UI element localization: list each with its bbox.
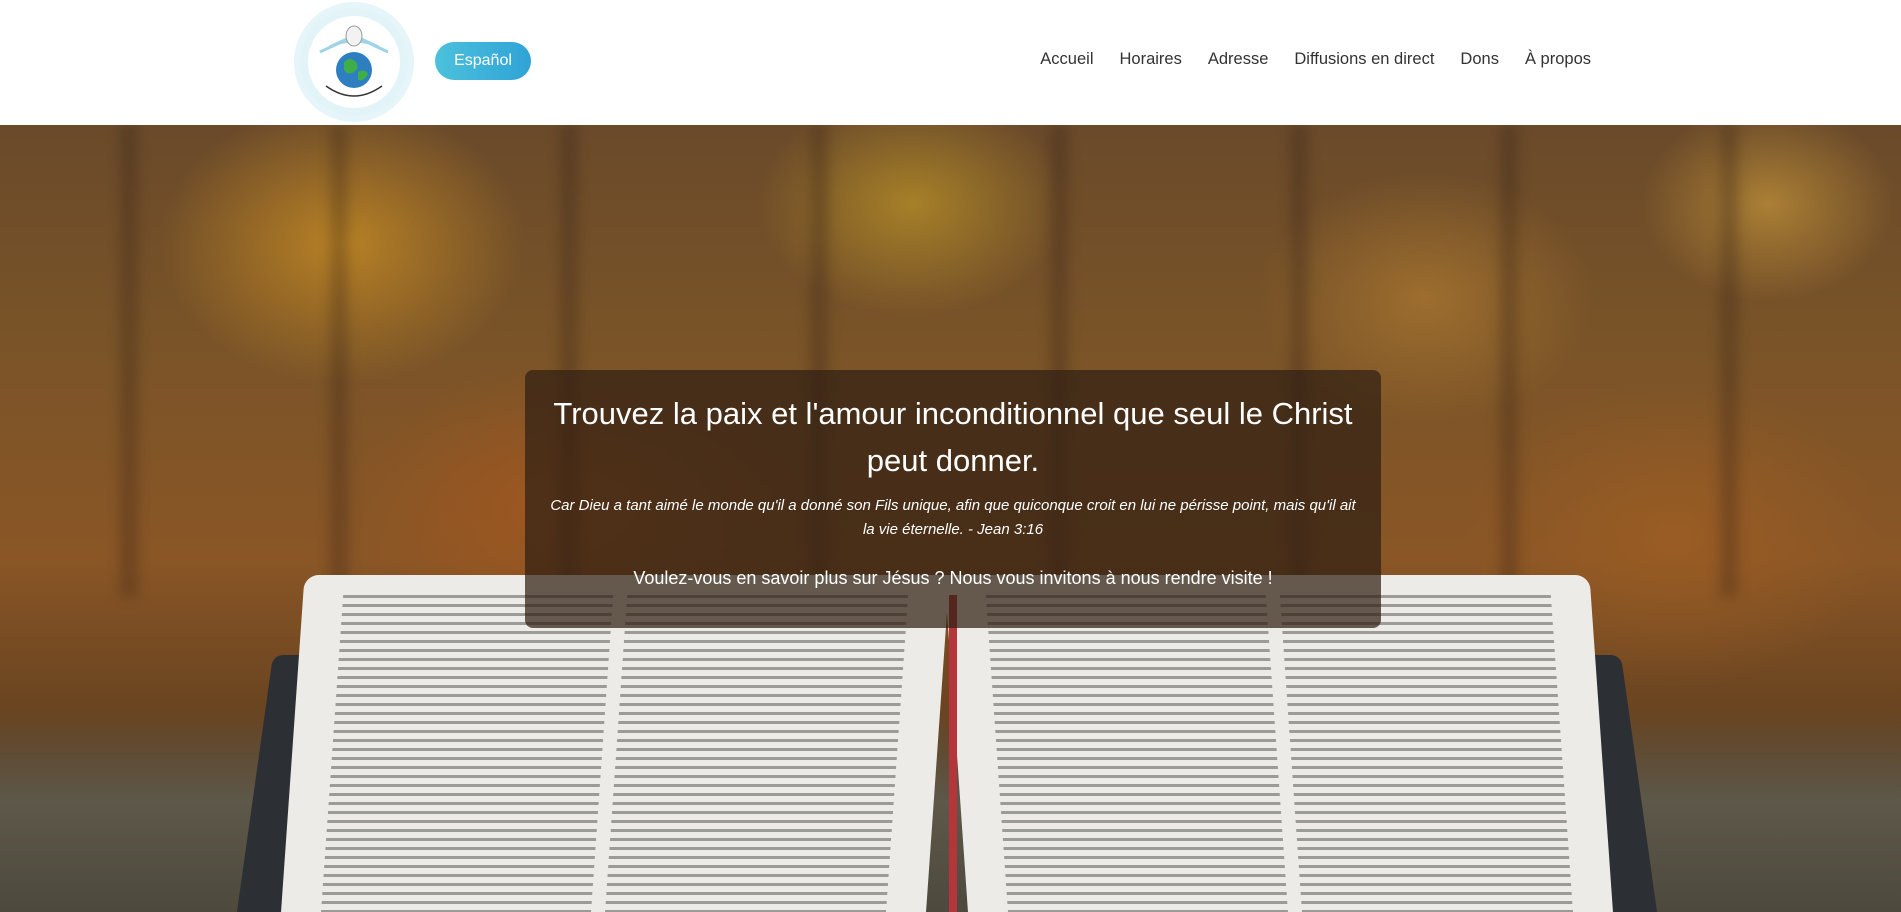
nav-item-a-propos[interactable]: À propos bbox=[1525, 50, 1591, 69]
nav-item-horaires[interactable]: Horaires bbox=[1120, 50, 1182, 69]
church-logo[interactable] bbox=[294, 2, 414, 122]
visit-invitation: Voulez-vous en savoir plus sur Jésus ? N… bbox=[633, 568, 1273, 588]
top-navbar: Español Accueil Horaires Adresse Diffusi… bbox=[0, 0, 1901, 125]
hero-title: Trouvez la paix et l'amour inconditionne… bbox=[553, 396, 1353, 478]
nav-item-diffusions[interactable]: Diffusions en direct bbox=[1294, 50, 1434, 69]
bible-verse: Car Dieu a tant aimé le monde qu'il a do… bbox=[550, 497, 1356, 538]
church-logo-icon bbox=[300, 8, 408, 116]
nav-item-accueil[interactable]: Accueil bbox=[1040, 50, 1093, 69]
language-switch-button[interactable]: Español bbox=[435, 42, 531, 80]
nav-item-adresse[interactable]: Adresse bbox=[1208, 50, 1269, 69]
nav-item-dons[interactable]: Dons bbox=[1460, 50, 1499, 69]
hero-message-card: Trouvez la paix et l'amour inconditionne… bbox=[525, 370, 1381, 628]
main-nav: Accueil Horaires Adresse Diffusions en d… bbox=[1040, 50, 1591, 69]
